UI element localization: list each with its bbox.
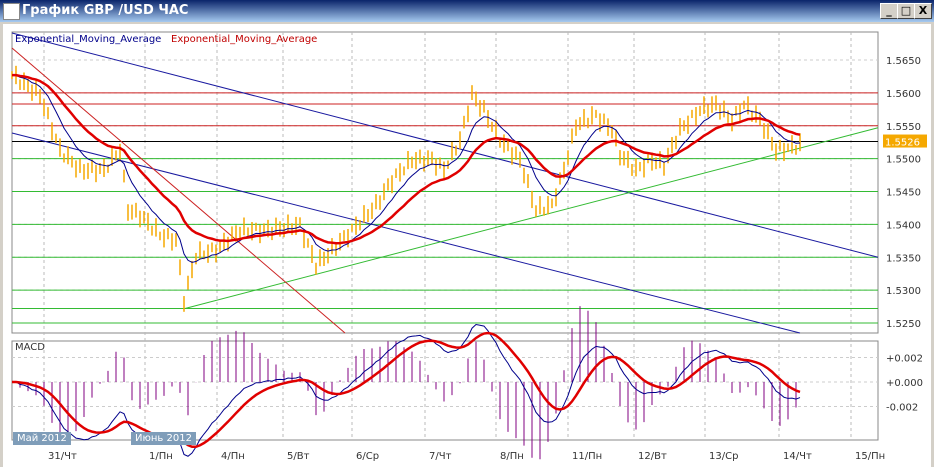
price-tick-label: 1.5550 — [886, 122, 921, 133]
price-tick-label: 1.5400 — [886, 220, 921, 231]
x-tick-label: 4/Пн — [221, 451, 245, 462]
chart-canvas[interactable]: 31/Чт 1/Пн 4/Пн 5/Вт 6/Ср 7/Чт 8/Пн 11/Пн 12/Вт 1… — [3, 24, 931, 467]
price-tick-label: 1.5600 — [886, 89, 921, 100]
legend-ema-fast: Exponential_Moving_Average — [15, 34, 162, 45]
ema-fast-line — [11, 74, 801, 263]
macd-panel-frame — [11, 340, 879, 441]
price-panel-frame — [11, 31, 879, 334]
price-tick-label: 1.5650 — [886, 56, 921, 67]
trendline-lower-channel — [11, 132, 801, 334]
x-tick-label: 15/Пн — [855, 451, 885, 462]
macd-tick-label: +0.000 — [886, 378, 923, 389]
x-tick-label: 7/Чт — [429, 451, 452, 462]
x-tick-label: 6/Ср — [356, 451, 379, 462]
ema-slow-line — [11, 73, 801, 245]
price-tick-label: 1.5350 — [886, 253, 921, 264]
maximize-button[interactable]: □ — [897, 3, 915, 19]
macd-tick-label: +0.002 — [886, 354, 923, 365]
price-tick-label: 1.5500 — [886, 155, 921, 166]
x-tick-label: 8/Пн — [500, 451, 524, 462]
macd-tick-label: -0.002 — [886, 403, 918, 414]
month-label-may: Май 2012 — [13, 432, 71, 445]
legend-ema-slow: Exponential_Moving_Average — [171, 34, 318, 45]
price-tick-label: 1.5450 — [886, 188, 921, 199]
close-button[interactable]: X — [914, 3, 932, 19]
trendline-upper-channel — [11, 32, 879, 258]
price-tick-label: 1.5300 — [886, 286, 921, 297]
month-label-june: Июнь 2012 — [131, 432, 196, 445]
chart-svg[interactable]: 31/Чт 1/Пн 4/Пн 5/Вт 6/Ср 7/Чт 8/Пн 11/Пн 12/Вт 1… — [3, 24, 931, 467]
price-tick-label: 1.5250 — [886, 319, 921, 330]
title-bar: График GBP /USD ЧАС _ □ X — [0, 0, 934, 22]
minimize-button[interactable]: _ — [880, 3, 898, 19]
x-tick-label: 12/Вт — [638, 451, 667, 462]
x-tick-label: 31/Чт — [48, 451, 77, 462]
current-price-value: 1.5526 — [885, 138, 920, 149]
x-tick-label: 1/Пн — [149, 451, 173, 462]
x-tick-label: 13/Ср — [709, 451, 738, 462]
window-title: График GBP /USD ЧАС — [22, 3, 189, 18]
macd-label: MACD — [15, 342, 45, 353]
x-tick-label: 5/Вт — [287, 451, 310, 462]
macd-signal-line — [11, 331, 801, 449]
chart-app-icon — [3, 3, 20, 20]
x-tick-label: 11/Пн — [572, 451, 602, 462]
x-tick-label: 14/Чт — [783, 451, 812, 462]
